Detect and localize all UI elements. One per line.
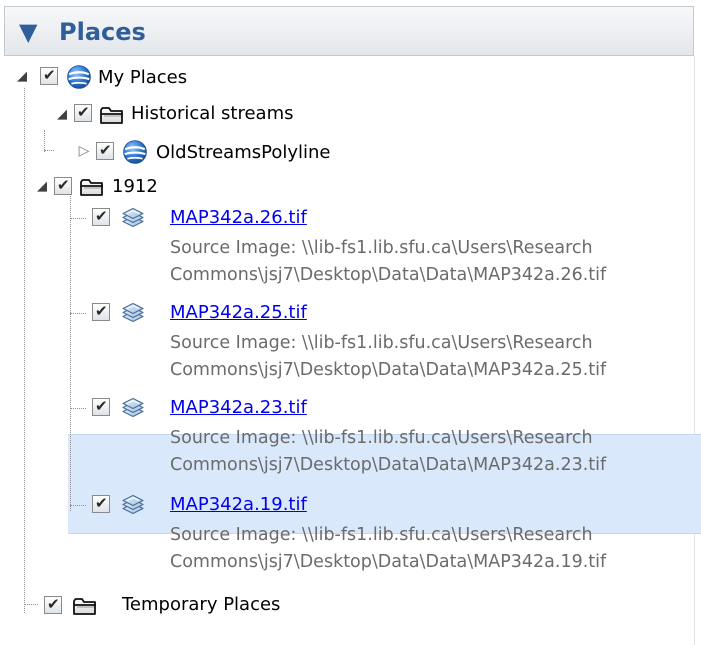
- tree-node-label: OldStreamsPolyline: [156, 142, 331, 163]
- tree-node-label: 1912: [112, 176, 158, 197]
- overlay-description-line: Source Image: \\lib-fs1.lib.sfu.ca\Users…: [170, 238, 593, 258]
- folder-icon: [99, 103, 125, 127]
- tree-guide-line: [24, 604, 38, 605]
- globe-icon: [122, 139, 148, 165]
- overlay-description-line: Source Image: \\lib-fs1.lib.sfu.ca\Users…: [170, 428, 593, 448]
- checkbox-old-streams-polyline[interactable]: [96, 141, 114, 160]
- overlay-description-line: Commons\jsj7\Desktop\Data\Data\MAP342a.2…: [170, 455, 607, 475]
- places-tree[interactable]: ◢ My Places ◢ Historical streams ▷ OldSt…: [0, 56, 701, 645]
- overlay-link[interactable]: MAP342a.19.tif: [170, 493, 340, 517]
- panel-title: Places: [59, 18, 146, 46]
- tree-guide-line: [70, 313, 86, 314]
- overlay-description-line: Source Image: \\lib-fs1.lib.sfu.ca\Users…: [170, 525, 593, 545]
- image-overlay-icon: [120, 493, 146, 517]
- checkbox-1912[interactable]: [54, 176, 72, 195]
- places-panel-header[interactable]: ▼ Places: [4, 6, 694, 56]
- overlay-link[interactable]: MAP342a.25.tif: [170, 301, 340, 325]
- collapsed-arrow-icon[interactable]: ▷: [76, 143, 92, 159]
- checkbox-temporary-places[interactable]: [44, 595, 62, 614]
- checkbox-my-places[interactable]: [40, 66, 58, 85]
- globe-icon: [66, 64, 92, 90]
- expand-arrow-icon[interactable]: ◢: [54, 107, 70, 123]
- places-panel: ▼ Places ◢ My Places ◢ Historical stream…: [0, 0, 701, 645]
- checkbox-overlay[interactable]: [92, 302, 110, 321]
- image-overlay-icon: [120, 396, 146, 420]
- checkbox-overlay[interactable]: [92, 494, 110, 513]
- overlay-link[interactable]: MAP342a.26.tif: [170, 206, 340, 230]
- tree-guide-line: [70, 408, 86, 409]
- checkbox-overlay[interactable]: [92, 207, 110, 226]
- tree-node-label: Temporary Places: [122, 594, 281, 615]
- overlay-description-line: Commons\jsj7\Desktop\Data\Data\MAP342a.2…: [170, 265, 607, 285]
- tree-guide-line: [44, 150, 54, 151]
- overlay-description-line: Source Image: \\lib-fs1.lib.sfu.ca\Users…: [170, 333, 593, 353]
- tree-guide-line: [70, 505, 86, 506]
- folder-icon: [72, 594, 98, 618]
- tree-node-label: Historical streams: [131, 103, 294, 124]
- folder-icon: [79, 175, 105, 199]
- tree-guide-line: [44, 130, 45, 152]
- expand-arrow-icon[interactable]: ◢: [14, 69, 30, 85]
- overlay-description-line: Commons\jsj7\Desktop\Data\Data\MAP342a.2…: [170, 360, 607, 380]
- image-overlay-icon: [120, 206, 146, 230]
- expand-arrow-icon[interactable]: ◢: [34, 179, 50, 195]
- tree-guide-line: [24, 88, 25, 613]
- checkbox-overlay[interactable]: [92, 397, 110, 416]
- tree-guide-line: [70, 196, 71, 511]
- overlay-link[interactable]: MAP342a.23.tif: [170, 396, 340, 420]
- tree-node-label: My Places: [98, 67, 188, 88]
- checkbox-historical-streams[interactable]: [74, 103, 92, 122]
- overlay-description-line: Commons\jsj7\Desktop\Data\Data\MAP342a.1…: [170, 552, 607, 572]
- image-overlay-icon: [120, 301, 146, 325]
- tree-guide-line: [70, 218, 86, 219]
- triangle-down-icon[interactable]: ▼: [19, 18, 37, 46]
